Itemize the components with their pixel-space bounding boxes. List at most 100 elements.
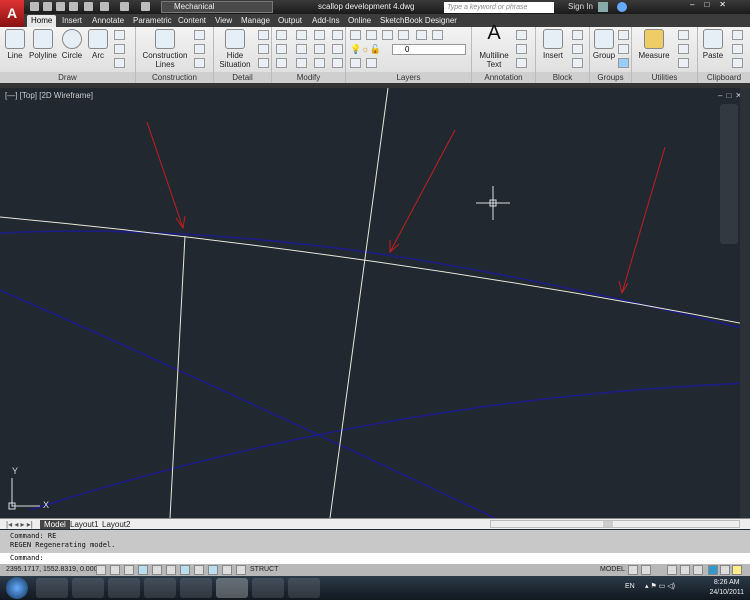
window-controls[interactable]: –□✕ <box>690 0 736 9</box>
tab-online[interactable]: Online <box>344 15 375 27</box>
scroll-thumb[interactable] <box>603 521 613 527</box>
dyn-toggle[interactable] <box>208 565 218 575</box>
autocad-icon[interactable] <box>216 578 248 598</box>
detail-icon[interactable] <box>258 58 269 68</box>
model-space-toggle[interactable]: MODEL <box>600 564 625 576</box>
construction-lines-button[interactable]: Construction Lines <box>140 29 190 69</box>
lineweight-toggle[interactable] <box>222 565 232 575</box>
redo-icon[interactable] <box>120 2 129 11</box>
command-line-input[interactable]: Command: <box>0 553 750 564</box>
panel-title[interactable]: Detail <box>214 72 271 83</box>
autocad-icon[interactable] <box>252 578 284 598</box>
messenger-icon[interactable] <box>144 578 176 598</box>
layer-icon[interactable] <box>432 30 443 40</box>
save-icon[interactable] <box>56 2 65 11</box>
navigation-bar[interactable] <box>720 104 738 244</box>
open-icon[interactable] <box>43 2 52 11</box>
dimension-icon[interactable] <box>516 30 527 40</box>
group-button[interactable]: Group <box>592 29 616 60</box>
measure-button[interactable]: Measure <box>636 29 672 60</box>
quick-select-icon[interactable] <box>678 30 689 40</box>
layer-icon[interactable] <box>366 30 377 40</box>
grid-toggle[interactable] <box>124 565 134 575</box>
arc-button[interactable]: Arc <box>87 29 109 60</box>
erase-icon[interactable] <box>332 30 343 40</box>
tab-add-ins[interactable]: Add-Ins <box>308 15 344 27</box>
chrome-icon[interactable] <box>36 578 68 598</box>
construction-rect-icon[interactable] <box>194 44 205 54</box>
table-icon[interactable] <box>516 58 527 68</box>
hardware-acceleration-icon[interactable] <box>693 565 703 575</box>
qp-toggle[interactable] <box>236 565 246 575</box>
copy-icon[interactable] <box>276 44 287 54</box>
panel-title[interactable]: Block <box>536 72 589 83</box>
array-icon[interactable] <box>314 30 325 40</box>
hatch-icon[interactable] <box>114 58 125 68</box>
insert-button[interactable]: Insert <box>538 29 568 60</box>
ortho-toggle[interactable] <box>138 565 148 575</box>
vertical-scrollbar[interactable] <box>740 88 750 518</box>
print-icon[interactable] <box>84 2 93 11</box>
panel-title[interactable]: Groups <box>590 72 631 83</box>
undo-icon[interactable] <box>100 2 109 11</box>
hide-situation-button[interactable]: Hide Situation <box>216 29 254 69</box>
calculator-icon[interactable] <box>180 578 212 598</box>
layer-icon[interactable] <box>416 30 427 40</box>
tab-output[interactable]: Output <box>274 15 306 27</box>
offset-icon[interactable] <box>332 58 343 68</box>
new-icon[interactable] <box>30 2 39 11</box>
layer-state-icons[interactable]: 💡☼🔓 <box>350 44 381 55</box>
paste-button[interactable]: Paste <box>700 29 726 60</box>
detail-icon[interactable] <box>258 30 269 40</box>
language-indicator[interactable]: EN <box>625 583 635 590</box>
horizontal-scrollbar[interactable] <box>490 520 740 528</box>
workspace-switch-icon[interactable] <box>141 2 150 11</box>
osnap-toggle[interactable] <box>166 565 176 575</box>
group-edit-icon[interactable] <box>618 44 629 54</box>
tab-content[interactable]: Content <box>174 15 210 27</box>
panel-title[interactable]: Annotation <box>472 72 535 83</box>
panel-title[interactable]: Construction <box>136 72 213 83</box>
search-input[interactable]: Type a keyword or phrase <box>444 2 554 13</box>
tab-insert[interactable]: Insert <box>58 15 86 27</box>
panel-title[interactable]: Layers <box>346 72 471 83</box>
ungroup-icon[interactable] <box>618 30 629 40</box>
quick-view-drawings-icon[interactable] <box>641 565 651 575</box>
cut-icon[interactable] <box>732 30 743 40</box>
tab-view[interactable]: View <box>211 15 236 27</box>
struct-toggle[interactable]: STRUCT <box>250 564 278 576</box>
lightbulb-icon[interactable] <box>732 565 742 575</box>
tab-parametric[interactable]: Parametric <box>129 15 176 27</box>
layer-icon[interactable] <box>398 30 409 40</box>
isolate-objects-icon[interactable] <box>708 565 718 575</box>
isolate-icon[interactable] <box>720 565 730 575</box>
paint-icon[interactable] <box>288 578 320 598</box>
ducs-toggle[interactable] <box>194 565 204 575</box>
drawing-viewport[interactable]: Y X [—] [Top] [2D Wireframe] –□✕ <box>0 88 750 518</box>
tab-manage[interactable]: Manage <box>237 15 274 27</box>
polyline-button[interactable]: Polyline <box>28 29 58 60</box>
circle-button[interactable]: Circle <box>60 29 84 60</box>
scale-icon[interactable] <box>296 58 307 68</box>
panel-title[interactable]: Modify <box>272 72 345 83</box>
multiline-icon[interactable] <box>114 30 125 40</box>
rectangle-icon[interactable] <box>114 44 125 54</box>
line-button[interactable]: Line <box>4 29 26 60</box>
infer-constraints-toggle[interactable] <box>96 565 106 575</box>
explorer-icon[interactable] <box>72 578 104 598</box>
exchange-icon[interactable] <box>598 2 608 12</box>
system-tray-icons[interactable]: ▴ ⚑ ▭ ◁) <box>645 582 675 590</box>
rotate-icon[interactable] <box>296 30 307 40</box>
workspace-dropdown[interactable]: Mechanical <box>161 1 273 13</box>
calculator-icon[interactable] <box>678 58 689 68</box>
tab-annotate[interactable]: Annotate <box>88 15 128 27</box>
snap-icon[interactable] <box>678 44 689 54</box>
save-as-icon[interactable] <box>69 2 78 11</box>
delete-construction-icon[interactable] <box>194 58 205 68</box>
match-properties-icon[interactable] <box>732 58 743 68</box>
viewport-controls-label[interactable]: [—] [Top] [2D Wireframe] <box>5 91 93 100</box>
otrack-toggle[interactable] <box>180 565 190 575</box>
group-selection-icon[interactable] <box>618 58 629 68</box>
mirror-icon[interactable] <box>296 44 307 54</box>
create-block-icon[interactable] <box>572 30 583 40</box>
